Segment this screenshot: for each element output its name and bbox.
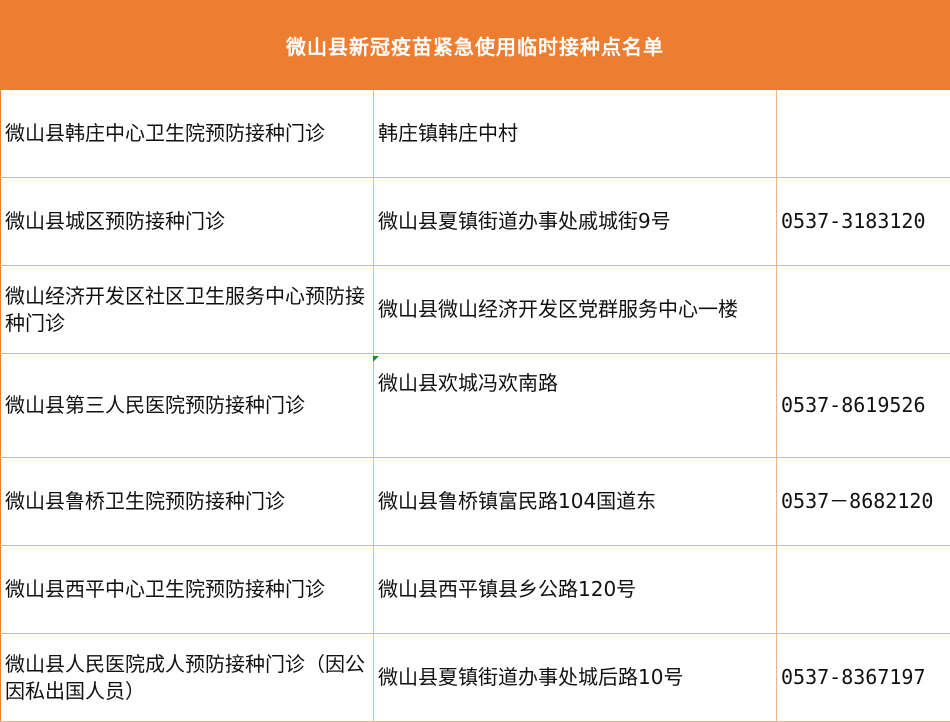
- site-phone-cell[interactable]: [777, 546, 950, 634]
- site-phone-cell[interactable]: 0537-8367197: [777, 634, 950, 722]
- site-address-cell[interactable]: 微山县西平镇县乡公路120号: [374, 546, 777, 634]
- site-name-cell[interactable]: 微山县城区预防接种门诊: [1, 178, 374, 266]
- cell-comment-indicator-icon: [373, 356, 379, 362]
- vaccination-site-table: 微山县韩庄中心卫生院预防接种门诊 韩庄镇韩庄中村 微山县城区预防接种门诊 微山县…: [0, 90, 950, 722]
- site-phone-cell[interactable]: [777, 90, 950, 178]
- site-name-cell[interactable]: 微山县第三人民医院预防接种门诊: [1, 354, 374, 458]
- site-address-cell[interactable]: 韩庄镇韩庄中村: [374, 90, 777, 178]
- site-name-cell[interactable]: 微山县韩庄中心卫生院预防接种门诊: [1, 90, 374, 178]
- site-name-cell[interactable]: 微山经济开发区社区卫生服务中心预防接种门诊: [1, 266, 374, 354]
- site-address-cell[interactable]: 微山县夏镇街道办事处戚城街9号: [374, 178, 777, 266]
- site-address-cell[interactable]: 微山县鲁桥镇富民路104国道东: [374, 458, 777, 546]
- site-phone-cell[interactable]: 0537-8619526: [777, 354, 950, 458]
- table-row: 微山县人民医院成人预防接种门诊（因公因私出国人员） 微山县夏镇街道办事处城后路1…: [1, 634, 950, 722]
- table-row: 微山县西平中心卫生院预防接种门诊 微山县西平镇县乡公路120号: [1, 546, 950, 634]
- site-address-cell[interactable]: 微山县欢城冯欢南路: [374, 354, 777, 458]
- site-phone-cell[interactable]: 0537-3183120: [777, 178, 950, 266]
- spreadsheet-view: 微山县新冠疫苗紧急使用临时接种点名单 微山县韩庄中心卫生院预防接种门诊 韩庄镇韩…: [0, 0, 950, 713]
- table-row: 微山县鲁桥卫生院预防接种门诊 微山县鲁桥镇富民路104国道东 0537－8682…: [1, 458, 950, 546]
- site-name-cell[interactable]: 微山县西平中心卫生院预防接种门诊: [1, 546, 374, 634]
- site-phone-cell[interactable]: 0537－8682120: [777, 458, 950, 546]
- site-name-cell[interactable]: 微山县人民医院成人预防接种门诊（因公因私出国人员）: [1, 634, 374, 722]
- table-row: 微山县第三人民医院预防接种门诊 微山县欢城冯欢南路 0537-8619526: [1, 354, 950, 458]
- table-row: 微山县韩庄中心卫生院预防接种门诊 韩庄镇韩庄中村: [1, 90, 950, 178]
- site-address-cell[interactable]: 微山县夏镇街道办事处城后路10号: [374, 634, 777, 722]
- site-phone-cell[interactable]: [777, 266, 950, 354]
- site-name-cell[interactable]: 微山县鲁桥卫生院预防接种门诊: [1, 458, 374, 546]
- sheet-title: 微山县新冠疫苗紧急使用临时接种点名单: [0, 0, 950, 90]
- table-row: 微山经济开发区社区卫生服务中心预防接种门诊 微山县微山经济开发区党群服务中心一楼: [1, 266, 950, 354]
- site-address-cell[interactable]: 微山县微山经济开发区党群服务中心一楼: [374, 266, 777, 354]
- table-row: 微山县城区预防接种门诊 微山县夏镇街道办事处戚城街9号 0537-3183120: [1, 178, 950, 266]
